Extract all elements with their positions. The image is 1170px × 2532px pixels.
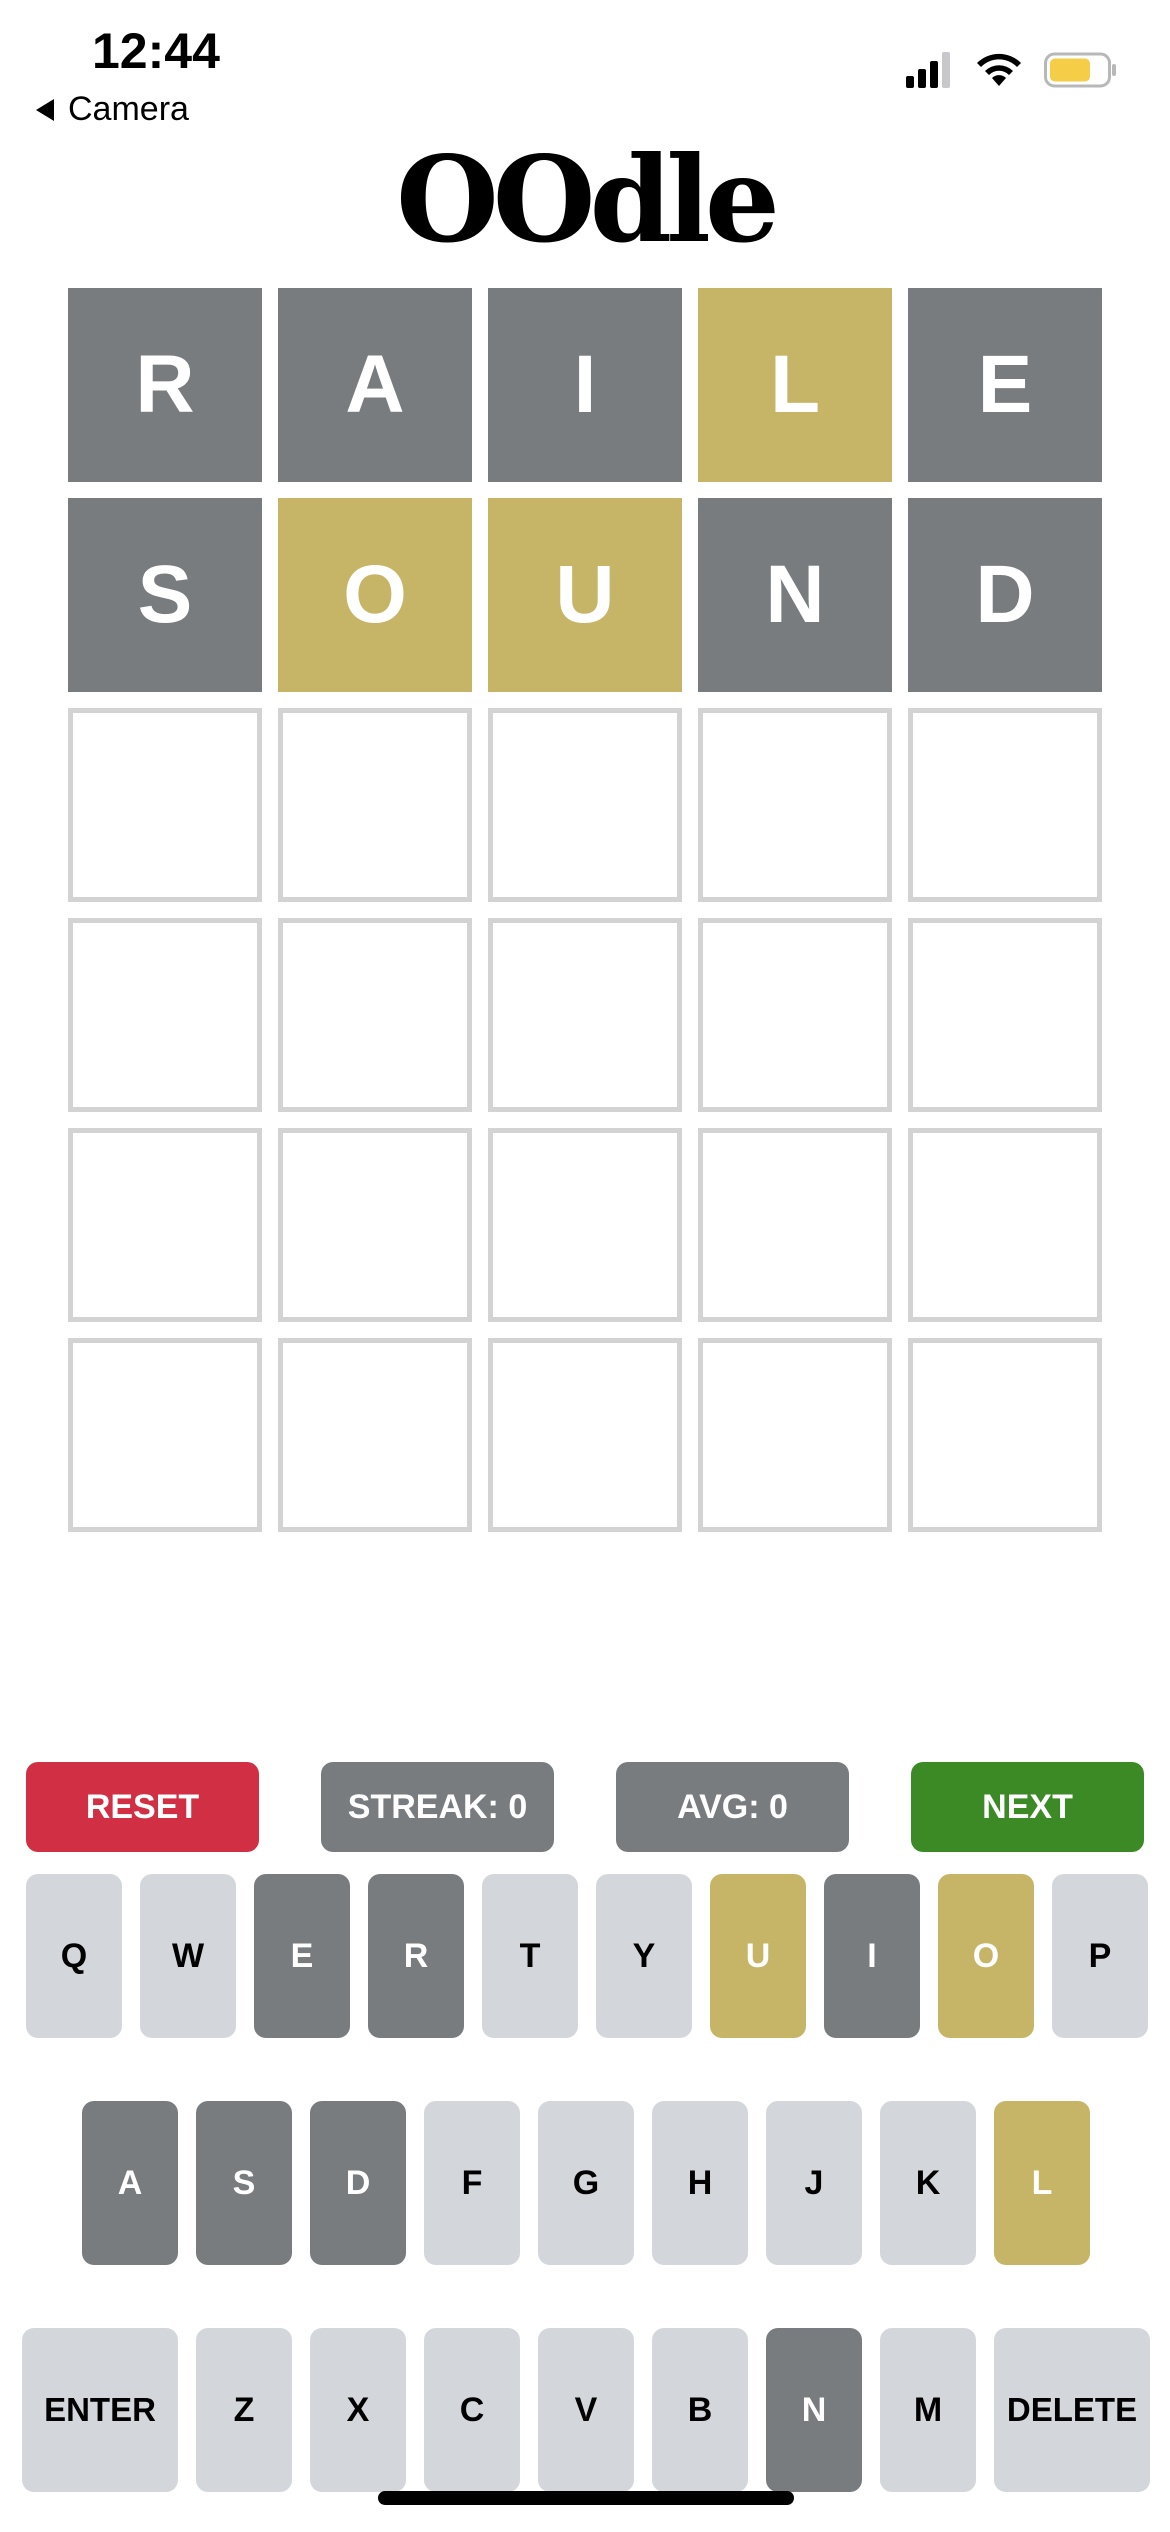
key-y[interactable]: Y <box>596 1874 692 2038</box>
key-o[interactable]: O <box>938 1874 1034 2038</box>
board-tile <box>68 918 262 1112</box>
board-tile <box>488 1338 682 1532</box>
key-j[interactable]: J <box>766 2101 862 2265</box>
key-i[interactable]: I <box>824 1874 920 2038</box>
back-to-camera-link[interactable]: Camera <box>36 90 189 129</box>
board-tile <box>908 918 1102 1112</box>
back-label: Camera <box>68 90 189 128</box>
board-tile: S <box>68 498 262 692</box>
key-t[interactable]: T <box>482 1874 578 2038</box>
board-tile <box>278 708 472 902</box>
back-caret-icon <box>36 98 54 121</box>
keyboard-row: QWERTYUIOP <box>26 1874 1148 2038</box>
key-a[interactable]: A <box>82 2101 178 2265</box>
next-button[interactable]: NEXT <box>911 1762 1144 1852</box>
oodle-app: 12:44 Camera OOdle RAILESOUND RESET STRE… <box>0 0 1170 2532</box>
key-c[interactable]: C <box>424 2328 520 2492</box>
key-g[interactable]: G <box>538 2101 634 2265</box>
key-z[interactable]: Z <box>196 2328 292 2492</box>
status-time: 12:44 <box>92 23 220 79</box>
game-title: OOdle <box>396 130 780 269</box>
board-tile <box>908 708 1102 902</box>
board-tile: O <box>278 498 472 692</box>
key-h[interactable]: H <box>652 2101 748 2265</box>
wifi-icon <box>977 53 1021 86</box>
keyboard-row: ASDFGHJKL <box>82 2101 1090 2265</box>
keyboard-row: ENTER Z X C V B N M DELETE <box>22 2328 1150 2492</box>
key-enter[interactable]: ENTER <box>22 2328 178 2492</box>
board-tile <box>68 1128 262 1322</box>
key-delete[interactable]: DELETE <box>994 2328 1150 2492</box>
board-tile: N <box>698 498 892 692</box>
status-icons <box>906 52 1118 88</box>
reset-button[interactable]: RESET <box>26 1762 259 1852</box>
board-tile <box>698 918 892 1112</box>
board-tile <box>698 1128 892 1322</box>
board-tile <box>908 1128 1102 1322</box>
key-q[interactable]: Q <box>26 1874 122 2038</box>
avg-button[interactable]: AVG: 0 <box>616 1762 849 1852</box>
board-tile <box>698 1338 892 1532</box>
board-tile: E <box>908 288 1102 482</box>
key-m[interactable]: M <box>880 2328 976 2492</box>
board-tile <box>488 1128 682 1322</box>
game-board: RAILE SOUND <box>68 288 1102 1532</box>
board-tile <box>908 1338 1102 1532</box>
key-p[interactable]: P <box>1052 1874 1148 2038</box>
battery-icon <box>1044 52 1116 88</box>
key-r[interactable]: R <box>368 1874 464 2038</box>
key-e[interactable]: E <box>254 1874 350 2038</box>
key-k[interactable]: K <box>880 2101 976 2265</box>
board-tile: I <box>488 288 682 482</box>
key-w[interactable]: W <box>140 1874 236 2038</box>
key-f[interactable]: F <box>424 2101 520 2265</box>
board-tile <box>278 1338 472 1532</box>
board-tile <box>68 708 262 902</box>
board-tile: R <box>68 288 262 482</box>
streak-button[interactable]: STREAK: 0 <box>321 1762 554 1852</box>
board-tile: D <box>908 498 1102 692</box>
board-tile <box>68 1338 262 1532</box>
key-v[interactable]: V <box>538 2328 634 2492</box>
home-indicator[interactable] <box>378 2491 794 2505</box>
key-n[interactable]: N <box>766 2328 862 2492</box>
key-l[interactable]: L <box>994 2101 1090 2265</box>
board-tile: L <box>698 288 892 482</box>
board-tile: A <box>278 288 472 482</box>
board-tile <box>488 708 682 902</box>
board-tile <box>698 708 892 902</box>
board-tile <box>278 1128 472 1322</box>
key-x[interactable]: X <box>310 2328 406 2492</box>
board-tile <box>278 918 472 1112</box>
signal-icon <box>906 52 950 88</box>
board-tile: U <box>488 498 682 692</box>
key-s[interactable]: S <box>196 2101 292 2265</box>
key-u[interactable]: U <box>710 1874 806 2038</box>
key-d[interactable]: D <box>310 2101 406 2265</box>
key-b[interactable]: B <box>652 2328 748 2492</box>
action-bar: RESET STREAK: 0 AVG: 0 NEXT <box>26 1762 1144 1852</box>
board-tile <box>488 918 682 1112</box>
